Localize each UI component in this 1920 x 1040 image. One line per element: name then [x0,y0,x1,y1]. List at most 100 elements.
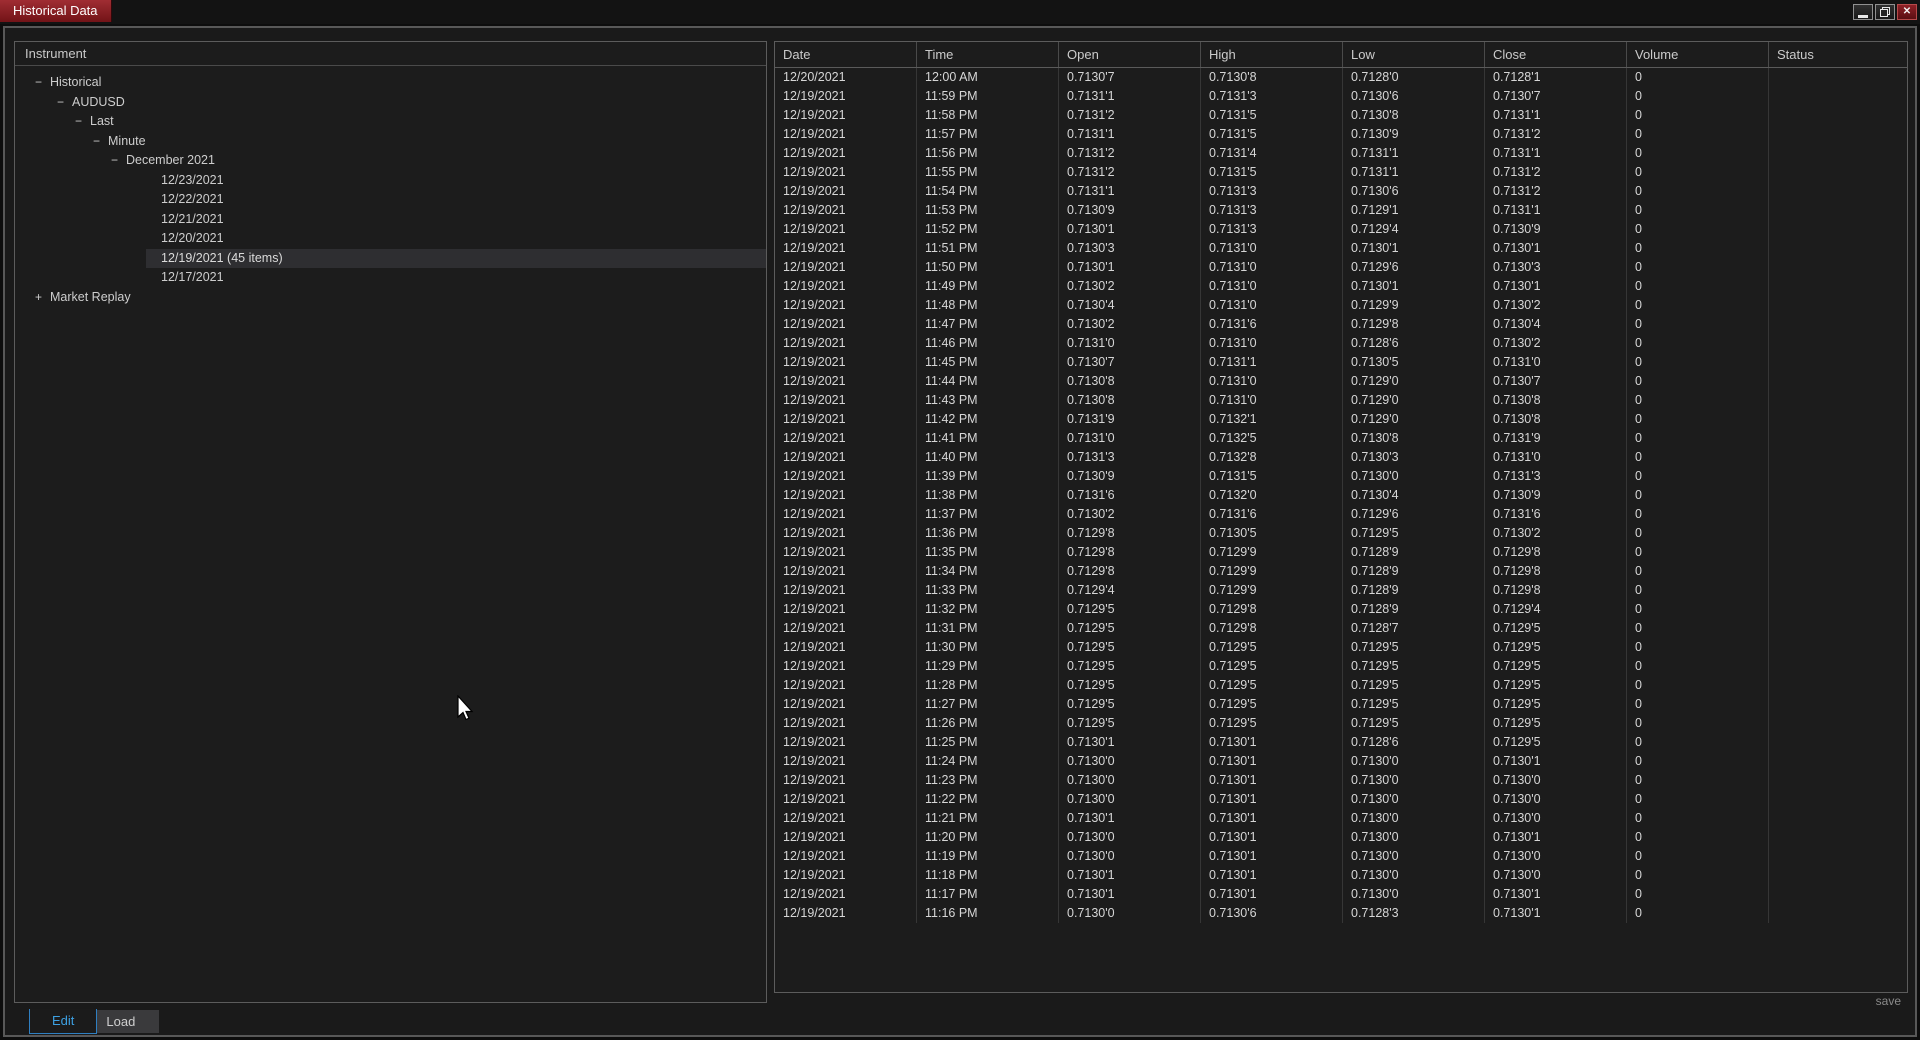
cell-high: 0.7131'5 [1201,163,1343,182]
table-row[interactable]: 12/19/2021 11:45 PM 0.7130'7 0.7131'1 0.7130… [775,353,1907,372]
tab-load[interactable]: Load [97,1010,160,1033]
cell-low: 0.7129'4 [1343,220,1485,239]
table-row[interactable]: 12/19/2021 11:54 PM 0.7131'1 0.7131'3 0.7130… [775,182,1907,201]
table-row[interactable]: 12/19/2021 11:35 PM 0.7129'8 0.7129'9 0.7128… [775,543,1907,562]
tree-item-market-replay[interactable]: + Market Replay [15,288,766,308]
table-row[interactable]: 12/19/2021 11:20 PM 0.7130'0 0.7130'1 0.7130… [775,828,1907,847]
table-row[interactable]: 12/19/2021 11:22 PM 0.7130'0 0.7130'1 0.7130… [775,790,1907,809]
collapse-icon[interactable]: − [35,73,50,93]
table-row[interactable]: 12/19/2021 11:25 PM 0.7130'1 0.7130'1 0.7128… [775,733,1907,752]
table-row[interactable]: 12/19/2021 11:18 PM 0.7130'1 0.7130'1 0.7130… [775,866,1907,885]
collapse-icon[interactable]: − [111,151,126,171]
column-header-volume[interactable]: Volume [1627,42,1769,67]
save-button[interactable]: save [1876,994,1901,1008]
table-row[interactable]: 12/19/2021 11:30 PM 0.7129'5 0.7129'5 0.7129… [775,638,1907,657]
table-row[interactable]: 12/19/2021 11:27 PM 0.7129'5 0.7129'5 0.7129… [775,695,1907,714]
collapse-icon[interactable]: − [57,93,72,113]
table-row[interactable]: 12/19/2021 11:23 PM 0.7130'0 0.7130'1 0.7130… [775,771,1907,790]
table-row[interactable]: 12/19/2021 11:50 PM 0.7130'1 0.7131'0 0.7129… [775,258,1907,277]
cell-time: 11:17 PM [917,885,1059,904]
table-row[interactable]: 12/19/2021 11:53 PM 0.7130'9 0.7131'3 0.7129… [775,201,1907,220]
table-row[interactable]: 12/19/2021 11:44 PM 0.7130'8 0.7131'0 0.7129… [775,372,1907,391]
column-header-open[interactable]: Open [1059,42,1201,67]
table-row[interactable]: 12/19/2021 11:16 PM 0.7130'0 0.7130'6 0.7128… [775,904,1907,923]
table-row[interactable]: 12/19/2021 11:48 PM 0.7130'4 0.7131'0 0.7129… [775,296,1907,315]
table-row[interactable]: 12/19/2021 11:28 PM 0.7129'5 0.7129'5 0.7129… [775,676,1907,695]
window-title-tab[interactable]: Historical Data [0,0,112,22]
cell-close: 0.7130'0 [1485,809,1627,828]
cell-volume: 0 [1627,448,1769,467]
expand-icon[interactable]: + [35,288,50,308]
table-row[interactable]: 12/19/2021 11:29 PM 0.7129'5 0.7129'5 0.7129… [775,657,1907,676]
cell-low: 0.7130'5 [1343,353,1485,372]
table-row[interactable]: 12/19/2021 11:21 PM 0.7130'1 0.7130'1 0.7130… [775,809,1907,828]
table-row[interactable]: 12/19/2021 11:47 PM 0.7130'2 0.7131'6 0.7129… [775,315,1907,334]
cell-time: 11:37 PM [917,505,1059,524]
table-row[interactable]: 12/19/2021 11:52 PM 0.7130'1 0.7131'3 0.7129… [775,220,1907,239]
table-row[interactable]: 12/19/2021 11:26 PM 0.7129'5 0.7129'5 0.7129… [775,714,1907,733]
table-row[interactable]: 12/19/2021 11:34 PM 0.7129'8 0.7129'9 0.7128… [775,562,1907,581]
cell-volume: 0 [1627,885,1769,904]
table-row[interactable]: 12/19/2021 11:19 PM 0.7130'0 0.7130'1 0.7130… [775,847,1907,866]
column-header-low[interactable]: Low [1343,42,1485,67]
tree-item-12-20-2021[interactable]: 12/20/2021 [15,229,766,249]
table-row[interactable]: 12/19/2021 11:57 PM 0.7131'1 0.7131'5 0.7130… [775,125,1907,144]
tab-edit[interactable]: Edit [29,1009,98,1034]
table-row[interactable]: 12/19/2021 11:58 PM 0.7131'2 0.7131'5 0.7130… [775,106,1907,125]
table-row[interactable]: 12/19/2021 11:36 PM 0.7129'8 0.7130'5 0.7129… [775,524,1907,543]
tree-item-12-17-2021[interactable]: 12/17/2021 [15,268,766,288]
table-row[interactable]: 12/19/2021 11:46 PM 0.7131'0 0.7131'0 0.7128… [775,334,1907,353]
cell-high: 0.7130'1 [1201,809,1343,828]
tree-item-last[interactable]: − Last [15,112,766,132]
cell-status [1769,752,1907,771]
table-row[interactable]: 12/19/2021 11:31 PM 0.7129'5 0.7129'8 0.7128… [775,619,1907,638]
table-row[interactable]: 12/19/2021 11:42 PM 0.7131'9 0.7132'1 0.7129… [775,410,1907,429]
table-row[interactable]: 12/19/2021 11:39 PM 0.7130'9 0.7131'5 0.7130… [775,467,1907,486]
table-row[interactable]: 12/19/2021 11:17 PM 0.7130'1 0.7130'1 0.7130… [775,885,1907,904]
close-icon: ✕ [1902,6,1912,17]
tree-item-minute[interactable]: − Minute [15,132,766,152]
table-row[interactable]: 12/19/2021 11:37 PM 0.7130'2 0.7131'6 0.7129… [775,505,1907,524]
cell-volume: 0 [1627,866,1769,885]
column-header-high[interactable]: High [1201,42,1343,67]
table-row[interactable]: 12/19/2021 11:41 PM 0.7131'0 0.7132'5 0.7130… [775,429,1907,448]
close-button[interactable]: ✕ [1897,4,1917,20]
column-header-status[interactable]: Status [1769,42,1907,67]
restore-button[interactable] [1875,4,1895,20]
table-row[interactable]: 12/19/2021 11:24 PM 0.7130'0 0.7130'1 0.7130… [775,752,1907,771]
tree-item-12-19-2021-45-items[interactable]: 12/19/2021 (45 items) [15,248,766,268]
table-row[interactable]: 12/19/2021 11:55 PM 0.7131'2 0.7131'5 0.7131… [775,163,1907,182]
cell-volume: 0 [1627,790,1769,809]
column-header-time[interactable]: Time [917,42,1059,67]
tree-item-audusd[interactable]: − AUDUSD [15,93,766,113]
table-row[interactable]: 12/19/2021 11:38 PM 0.7131'6 0.7132'0 0.7130… [775,486,1907,505]
cell-high: 0.7130'1 [1201,771,1343,790]
cell-volume: 0 [1627,239,1769,258]
table-row[interactable]: 12/19/2021 11:49 PM 0.7130'2 0.7131'0 0.7130… [775,277,1907,296]
table-row[interactable]: 12/19/2021 11:32 PM 0.7129'5 0.7129'8 0.7128… [775,600,1907,619]
tree-item-label: Market Replay [50,289,131,304]
table-row[interactable]: 12/19/2021 11:56 PM 0.7131'2 0.7131'4 0.7131… [775,144,1907,163]
column-header-close[interactable]: Close [1485,42,1627,67]
table-row[interactable]: 12/19/2021 11:51 PM 0.7130'3 0.7131'0 0.7130… [775,239,1907,258]
cell-volume: 0 [1627,486,1769,505]
tree-item-label: Last [90,114,114,128]
tree-item-12-23-2021[interactable]: 12/23/2021 [15,171,766,191]
table-row[interactable]: 12/19/2021 11:59 PM 0.7131'1 0.7131'3 0.7130… [775,87,1907,106]
cell-volume: 0 [1627,828,1769,847]
table-row[interactable]: 12/19/2021 11:43 PM 0.7130'8 0.7131'0 0.7129… [775,391,1907,410]
minimize-button[interactable] [1853,4,1873,20]
tree-item-12-22-2021[interactable]: 12/22/2021 [15,190,766,210]
tree-item-historical[interactable]: − Historical [15,73,766,93]
column-header-date[interactable]: Date [775,42,917,67]
collapse-icon[interactable]: − [75,112,90,132]
table-row[interactable]: 12/19/2021 11:33 PM 0.7129'4 0.7129'9 0.7128… [775,581,1907,600]
tree-item-12-21-2021[interactable]: 12/21/2021 [15,210,766,230]
cell-open: 0.7131'3 [1059,448,1201,467]
collapse-icon[interactable]: − [93,132,108,152]
table-row[interactable]: 12/19/2021 11:40 PM 0.7131'3 0.7132'8 0.7130… [775,448,1907,467]
tree-item-december-2021[interactable]: − December 2021 [15,151,766,171]
table-row[interactable]: 12/20/2021 12:00 AM 0.7130'7 0.7130'8 0.7128… [775,68,1907,87]
tree-item-label: 12/22/2021 [161,192,224,206]
